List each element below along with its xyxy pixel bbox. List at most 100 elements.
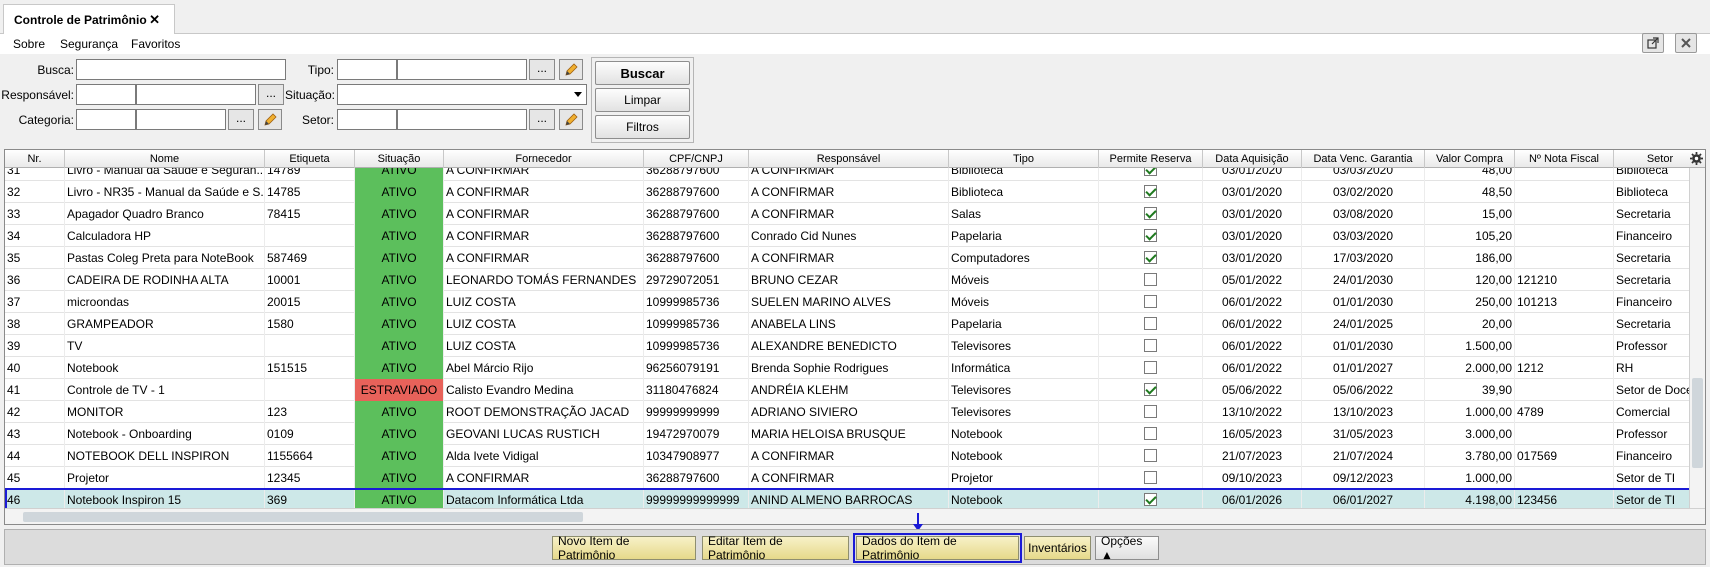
table-row[interactable]: 37 microondas 20015 ATIVO LUIZ COSTA 10999985…: [5, 291, 1690, 313]
checkbox-unchecked-icon[interactable]: [1144, 449, 1157, 463]
cell-aquis: 06/01/2022: [1203, 357, 1302, 379]
filtros-button[interactable]: Filtros: [595, 115, 690, 139]
table-row[interactable]: 43 Notebook - Onboarding 0109 ATIVO GEOVANI …: [5, 423, 1690, 445]
checkbox-unchecked-icon[interactable]: [1144, 273, 1157, 287]
cell-valor: 1.500,00: [1425, 335, 1515, 357]
limpar-button[interactable]: Limpar: [595, 88, 690, 112]
cell-fornecedor: A CONFIRMAR: [444, 203, 644, 225]
setor-lookup-button[interactable]: ...: [529, 109, 555, 130]
permite-reserva-cell: [1099, 247, 1203, 269]
column-header-nome[interactable]: Nome: [65, 150, 265, 168]
checkbox-checked-icon[interactable]: [1144, 168, 1157, 177]
checkbox-checked-icon[interactable]: [1144, 207, 1157, 221]
cell-setor: Biblioteca: [1614, 181, 1690, 203]
novo-item-button[interactable]: Novo Item de Patrimônio: [552, 534, 696, 562]
cell-nome: CADEIRA DE RODINHA ALTA: [65, 269, 265, 291]
column-header-reserva[interactable]: Permite Reserva: [1099, 150, 1203, 168]
close-window-icon[interactable]: [1675, 33, 1697, 53]
table-row[interactable]: 31 Livro - Manual da Saúde e Seguran... 14…: [5, 168, 1690, 181]
table-row[interactable]: 34 Calculadora HP ATIVO A CONFIRMAR 36288797…: [5, 225, 1690, 247]
column-header-etiqueta[interactable]: Etiqueta: [265, 150, 355, 168]
table-row[interactable]: 40 Notebook 151515 ATIVO Abel Márcio Rijo 962…: [5, 357, 1690, 379]
column-header-cpf[interactable]: CPF/CNPJ: [644, 150, 749, 168]
setor-code-input[interactable]: [337, 109, 397, 130]
editar-item-button[interactable]: Editar Item de Patrimônio: [702, 534, 849, 562]
checkbox-unchecked-icon[interactable]: [1144, 339, 1157, 353]
cell-valor: 39,90: [1425, 379, 1515, 401]
cell-setor: Professor: [1614, 335, 1690, 357]
categoria-name-input[interactable]: [136, 109, 226, 130]
setor-name-input[interactable]: [397, 109, 527, 130]
table-row[interactable]: 39 TV ATIVO LUIZ COSTA 10999985736 ALEXANDRE …: [5, 335, 1690, 357]
checkbox-checked-icon[interactable]: [1144, 251, 1157, 265]
close-icon[interactable]: ✕: [149, 12, 160, 28]
menu-favoritos[interactable]: Favoritos: [131, 37, 180, 51]
menu-sobre[interactable]: Sobre: [13, 37, 45, 51]
cell-etiqueta: 12345: [265, 467, 355, 489]
buscar-button[interactable]: Buscar: [595, 61, 690, 85]
horizontal-scroll-thumb[interactable]: [23, 512, 583, 522]
menu-seguranca[interactable]: Segurança: [60, 37, 118, 51]
table-row[interactable]: 35 Pastas Coleg Preta para NoteBook 587469…: [5, 247, 1690, 269]
status-badge: ATIVO: [355, 357, 444, 379]
cell-fornecedor: LUIZ COSTA: [444, 313, 644, 335]
horizontal-scrollbar[interactable]: [5, 508, 1705, 524]
column-header-nr[interactable]: Nr.: [5, 150, 65, 168]
categoria-code-input[interactable]: [76, 109, 136, 130]
gear-icon[interactable]: [1690, 152, 1703, 165]
column-header-aquis[interactable]: Data Aquisição: [1203, 150, 1302, 168]
situacao-select[interactable]: [337, 84, 587, 105]
cell-setor: Comercial: [1614, 401, 1690, 423]
grid-header: Nr. Nome Etiqueta Situação Fornecedor CPF/CNP…: [5, 150, 1705, 168]
column-header-tipo[interactable]: Tipo: [949, 150, 1099, 168]
tipo-code-input[interactable]: [337, 59, 397, 80]
opcoes-button[interactable]: Opções ▲: [1095, 534, 1159, 562]
cell-nota: [1515, 168, 1614, 181]
categoria-edit-button[interactable]: [258, 109, 282, 130]
popout-icon[interactable]: [1642, 33, 1664, 53]
table-row[interactable]: 38 GRAMPEADOR 1580 ATIVO LUIZ COSTA 109999857…: [5, 313, 1690, 335]
column-header-nota[interactable]: Nº Nota Fiscal: [1515, 150, 1614, 168]
dados-item-button[interactable]: Dados do Item de Patrimônio: [853, 533, 1022, 563]
checkbox-checked-icon[interactable]: [1144, 185, 1157, 199]
pencil-icon: [264, 113, 277, 126]
responsavel-code-input[interactable]: [76, 84, 136, 105]
vertical-scrollbar[interactable]: [1689, 168, 1705, 509]
column-header-fornecedor[interactable]: Fornecedor: [444, 150, 644, 168]
checkbox-unchecked-icon[interactable]: [1144, 295, 1157, 309]
inventarios-button[interactable]: Inventários: [1024, 536, 1091, 560]
tipo-name-input[interactable]: [397, 59, 527, 80]
checkbox-unchecked-icon[interactable]: [1144, 317, 1157, 331]
permite-reserva-cell: [1099, 423, 1203, 445]
responsavel-name-input[interactable]: [136, 84, 256, 105]
table-row[interactable]: 36 CADEIRA DE RODINHA ALTA 10001 ATIVO LEONA…: [5, 269, 1690, 291]
cell-nr: 31: [5, 168, 65, 181]
table-row[interactable]: 42 MONITOR 123 ATIVO ROOT DEMONSTRAÇÃO JACAD…: [5, 401, 1690, 423]
checkbox-checked-icon[interactable]: [1144, 493, 1157, 507]
tipo-lookup-button[interactable]: ...: [529, 59, 555, 80]
tab-controle-patrimonio[interactable]: Controle de Patrimônio ✕: [3, 4, 175, 35]
column-header-responsavel[interactable]: Responsável: [749, 150, 949, 168]
categoria-lookup-button[interactable]: ...: [228, 109, 254, 130]
checkbox-unchecked-icon[interactable]: [1144, 427, 1157, 441]
setor-edit-button[interactable]: [559, 109, 583, 130]
column-header-garantia[interactable]: Data Venc. Garantia: [1302, 150, 1425, 168]
table-row[interactable]: 41 Controle de TV - 1 ESTRAVIADO Calisto Ev…: [5, 379, 1690, 401]
table-row[interactable]: 46 Notebook Inspiron 15 369 ATIVO Datacom In…: [5, 489, 1690, 509]
tipo-edit-button[interactable]: [559, 59, 583, 80]
checkbox-checked-icon[interactable]: [1144, 383, 1157, 397]
cell-cpf: 10999985736: [644, 335, 749, 357]
checkbox-unchecked-icon[interactable]: [1144, 405, 1157, 419]
checkbox-checked-icon[interactable]: [1144, 229, 1157, 243]
vertical-scroll-thumb[interactable]: [1692, 378, 1703, 468]
table-row[interactable]: 32 Livro - NR35 - Manual da Saúde e S... 1…: [5, 181, 1690, 203]
checkbox-unchecked-icon[interactable]: [1144, 361, 1157, 375]
checkbox-unchecked-icon[interactable]: [1144, 471, 1157, 485]
column-header-situacao[interactable]: Situação: [355, 150, 444, 168]
table-row[interactable]: 44 NOTEBOOK DELL INSPIRON 1155664 ATIVO Alda…: [5, 445, 1690, 467]
busca-input[interactable]: [76, 59, 286, 80]
table-row[interactable]: 45 Projetor 12345 ATIVO A CONFIRMAR 362887976…: [5, 467, 1690, 489]
table-row[interactable]: 33 Apagador Quadro Branco 78415 ATIVO A CONF…: [5, 203, 1690, 225]
column-header-valor[interactable]: Valor Compra: [1425, 150, 1515, 168]
cell-setor: Setor de TI: [1614, 467, 1690, 489]
